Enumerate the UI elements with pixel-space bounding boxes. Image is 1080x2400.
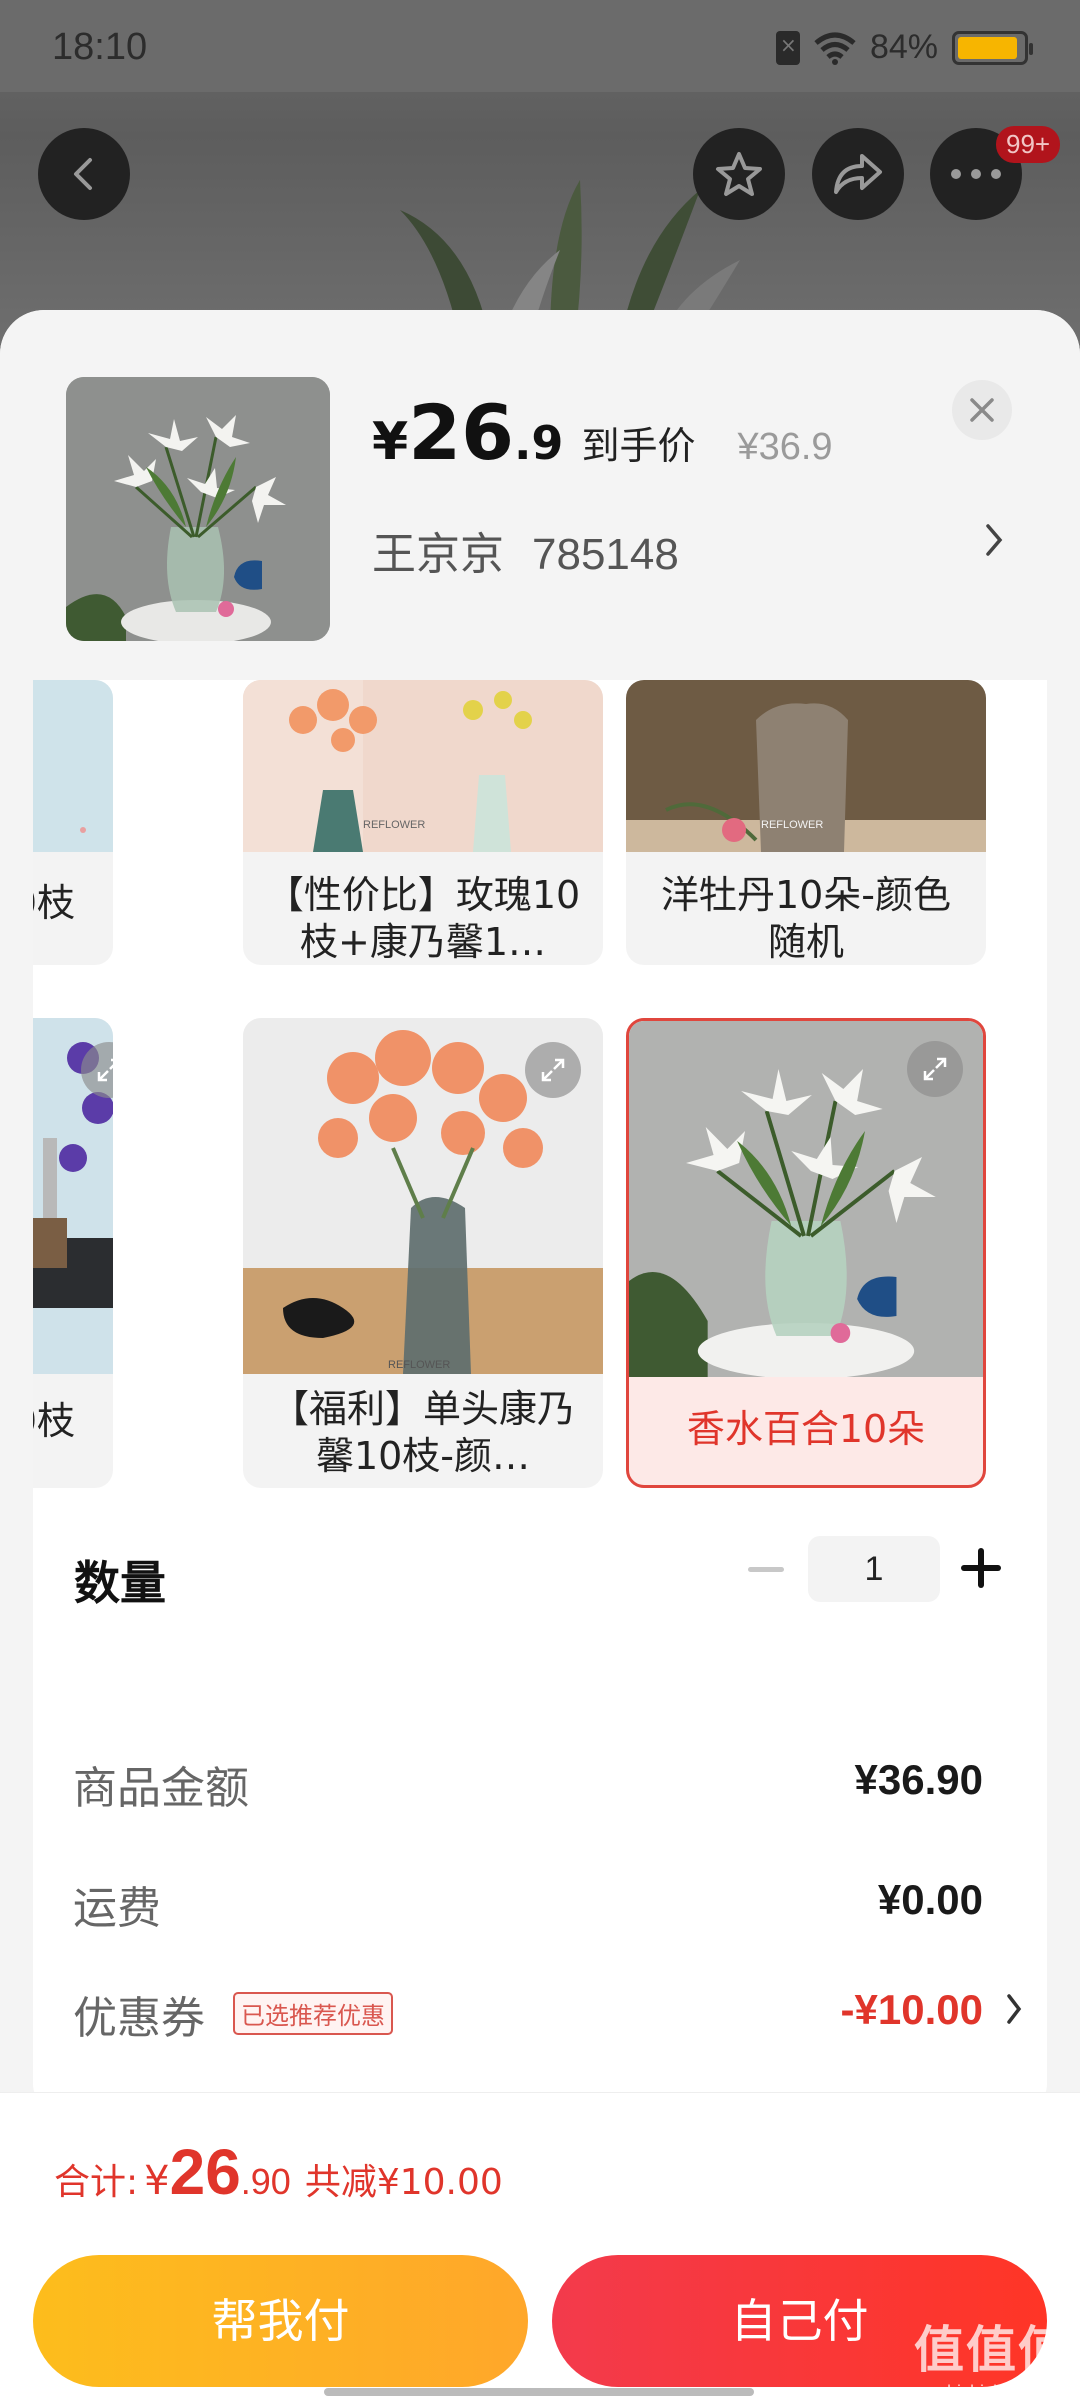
close-button[interactable] — [952, 380, 1012, 440]
wifi-icon — [814, 32, 856, 65]
back-arrow-icon — [74, 158, 92, 190]
price-currency: ¥ — [372, 412, 409, 472]
watermark: 值值值 zhizhizhi.com — [914, 2310, 1070, 2400]
variant-image — [33, 680, 113, 852]
total-decimal: .90 — [240, 2161, 291, 2202]
variant-label: 洋牡丹10朵-颜色随机 — [660, 873, 952, 964]
variant-image: REFLOWER — [626, 680, 986, 852]
total-currency: ¥ — [144, 2158, 170, 2204]
photo-brand-text: REFLOWER — [388, 1359, 450, 1371]
status-time: 18:10 — [52, 26, 148, 68]
variant-image: REFLOWER — [243, 680, 603, 852]
variant-card[interactable]: REFLOWER 洋牡丹10朵-颜色随机 — [626, 680, 986, 965]
recipient-row[interactable]: 王京京 785148 — [372, 518, 679, 582]
total-integer: 26 — [169, 2136, 241, 2208]
variant-label: 【福利】单头康乃馨10枝-颜… — [270, 1387, 575, 1478]
quantity-label: 数量 — [74, 1556, 166, 1610]
variant-label: 【性价比】玫瑰10枝+康乃馨1… — [265, 873, 581, 964]
coupon-row[interactable]: 优惠券 已选推荐优惠 -¥10.00 — [73, 1982, 1023, 2044]
recipient-name: 王京京 — [372, 529, 504, 580]
close-icon — [970, 398, 994, 422]
chevron-right-icon[interactable] — [984, 522, 1004, 558]
price-row: ¥ 26 .9 到手价 ¥36.9 — [372, 388, 833, 477]
goods-amount-value: ¥36.90 — [854, 1756, 983, 1803]
help-pay-button[interactable]: 帮我付 — [33, 2255, 528, 2387]
shipping-value: ¥0.00 — [877, 1876, 983, 1923]
lily-bouquet-image — [66, 377, 330, 641]
shipping-label: 运费 — [73, 1883, 161, 1934]
variant-label: 0枝 — [33, 1399, 75, 1443]
sim-off-icon — [775, 30, 800, 65]
quantity-value[interactable]: 1 — [808, 1536, 940, 1602]
battery-icon — [952, 30, 1033, 65]
variant-card[interactable]: 0枝 — [33, 1018, 113, 1488]
total-label: 合计: — [54, 2162, 139, 2203]
back-button[interactable] — [38, 128, 130, 220]
goods-amount-row: 商品金额 ¥36.90 — [73, 1752, 1023, 1814]
variant-card[interactable]: REFLOWER 【性价比】玫瑰10枝+康乃馨1… — [243, 680, 603, 965]
variant-card[interactable]: REFLOWER 【福利】单头康乃馨10枝-颜… — [243, 1018, 603, 1488]
coupon-label: 优惠券 — [73, 1993, 205, 2044]
variant-card-selected[interactable]: 香水百合10朵 — [626, 1018, 986, 1488]
total-discount: 共减¥10.00 — [304, 2162, 503, 2203]
notification-badge: 99+ — [996, 126, 1061, 163]
variant-card[interactable]: 10枝 — [33, 680, 113, 965]
home-indicator[interactable] — [324, 2388, 754, 2396]
purchase-sheet: ¥ 26 .9 到手价 ¥36.9 王京京785148 10枝 — [0, 310, 1080, 2400]
expand-icon[interactable] — [907, 1041, 963, 1097]
product-header: ¥ 26 .9 到手价 ¥36.9 王京京 785148 — [0, 310, 1080, 680]
original-price: ¥36.9 — [737, 426, 833, 468]
order-summary: 商品金额 ¥36.90 运费 ¥0.00 优惠券 已选推荐优惠 -¥10.00 — [33, 1692, 1047, 2112]
price-integer: 26 — [408, 388, 514, 477]
share-icon — [834, 154, 882, 194]
recipient-code: 785148 — [532, 530, 679, 579]
watermark-logo: 值值值 — [914, 2321, 1070, 2379]
coupon-value: -¥10.00 — [840, 1986, 983, 2033]
total-line: 合计: ¥ 26 .90 共减¥10.00 — [54, 2135, 503, 2209]
coupon-tag: 已选推荐优惠 — [233, 1992, 393, 2035]
star-outline-icon — [716, 152, 762, 196]
price-decimal: .9 — [513, 416, 564, 470]
battery-percent: 84% — [869, 28, 938, 66]
more-icon — [951, 169, 1001, 179]
final-price-tag: 到手价 — [581, 424, 696, 468]
status-bar: 18:10 84% — [0, 0, 1080, 92]
watermark-url: zhizhizhi.com — [937, 2382, 1047, 2400]
chevron-right-icon[interactable] — [1005, 1992, 1023, 2026]
favorite-button[interactable] — [693, 128, 785, 220]
goods-amount-label: 商品金额 — [73, 1763, 249, 1814]
quantity-increase-button[interactable] — [961, 1546, 1005, 1590]
shipping-row: 运费 ¥0.00 — [73, 1872, 1023, 1934]
photo-brand-text: REFLOWER — [363, 819, 425, 831]
variant-label: 10枝 — [33, 881, 75, 925]
expand-icon[interactable] — [525, 1042, 581, 1098]
variant-label: 香水百合10朵 — [686, 1407, 926, 1451]
photo-brand-text: REFLOWER — [761, 819, 823, 831]
share-button[interactable] — [812, 128, 904, 220]
quantity-decrease-button[interactable] — [745, 1548, 787, 1590]
product-thumbnail[interactable] — [66, 377, 330, 641]
